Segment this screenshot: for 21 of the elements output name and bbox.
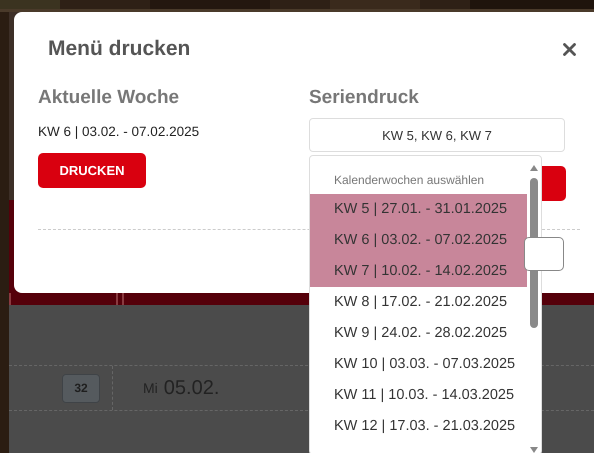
week-option[interactable]: KW 10 | 03.03. - 07.03.2025: [310, 349, 527, 380]
section-heading: Seriendruck: [309, 87, 420, 110]
week-option[interactable]: KW 8 | 17.02. - 21.02.2025: [310, 287, 527, 318]
count-badge: 32: [62, 374, 100, 402]
close-icon[interactable]: [563, 42, 576, 56]
print-button[interactable]: DRUCKEN: [38, 153, 146, 188]
scroll-up-icon[interactable]: [529, 164, 539, 172]
week-option[interactable]: KW 6 | 03.02. - 07.02.2025: [310, 225, 527, 256]
section-heading: Aktuelle Woche: [38, 87, 180, 110]
secondary-button[interactable]: [524, 237, 564, 271]
week-option[interactable]: KW 9 | 24.02. - 28.02.2025: [310, 318, 527, 349]
dropdown-header: Kalenderwochen auswählen: [333, 172, 486, 189]
week-label: KW 6 | 03.02. - 07.02.2025: [38, 124, 200, 139]
week-option[interactable]: KW 11 | 10.03. - 14.03.2025: [310, 380, 527, 411]
week-menu[interactable]: [309, 155, 542, 453]
scroll-down-icon[interactable]: [529, 446, 539, 453]
dialog-title: Menü drucken: [48, 36, 190, 60]
week-select[interactable]: KW 5, KW 6, KW 7: [309, 118, 565, 152]
week-option[interactable]: KW 7 | 10.02. - 14.02.2025: [310, 256, 527, 287]
week-option[interactable]: KW 12 | 17.03. - 21.03.2025: [310, 411, 527, 442]
week-option[interactable]: KW 5 | 27.01. - 31.01.2025: [310, 194, 527, 225]
